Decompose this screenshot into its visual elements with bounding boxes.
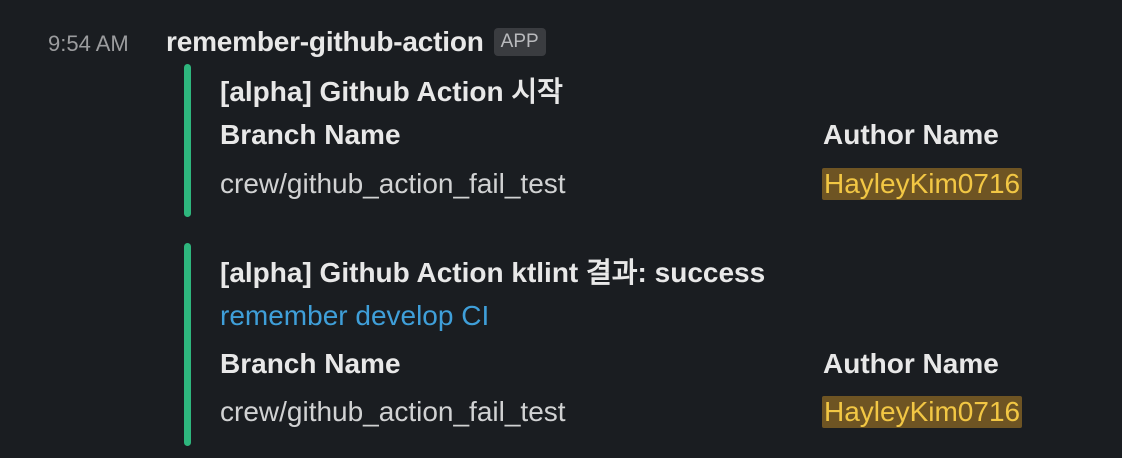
field-label-author: Author Name — [823, 348, 999, 379]
attachment-title: [alpha] Github Action ktlint 결과: success — [220, 257, 766, 288]
ci-link[interactable]: remember develop CI — [220, 300, 489, 332]
field-label-author: Author Name — [823, 119, 999, 150]
field-value-branch: crew/github_action_fail_test — [220, 168, 566, 199]
message-header: remember-github-action APP — [166, 24, 546, 60]
author-mention[interactable]: HayleyKim0716 — [822, 168, 1023, 200]
field-value-branch: crew/github_action_fail_test — [220, 396, 566, 427]
field-label-branch: Branch Name — [220, 119, 401, 150]
app-badge: APP — [493, 28, 546, 56]
field-label-branch: Branch Name — [220, 348, 401, 379]
sender-name[interactable]: remember-github-action — [166, 26, 484, 58]
attachment-title: [alpha] Github Action 시작 — [220, 76, 563, 107]
attachment-color-bar — [184, 243, 191, 446]
attachment-ktlint-result: [alpha] Github Action ktlint 결과: success… — [184, 243, 1084, 446]
message: 9:54 AM remember-github-action APP [alph… — [0, 0, 1122, 458]
attachment-start: [alpha] Github Action 시작 Branch Name Aut… — [184, 64, 1084, 217]
attachment-color-bar — [184, 64, 191, 217]
message-timestamp[interactable]: 9:54 AM — [48, 31, 129, 57]
author-mention[interactable]: HayleyKim0716 — [822, 396, 1023, 428]
